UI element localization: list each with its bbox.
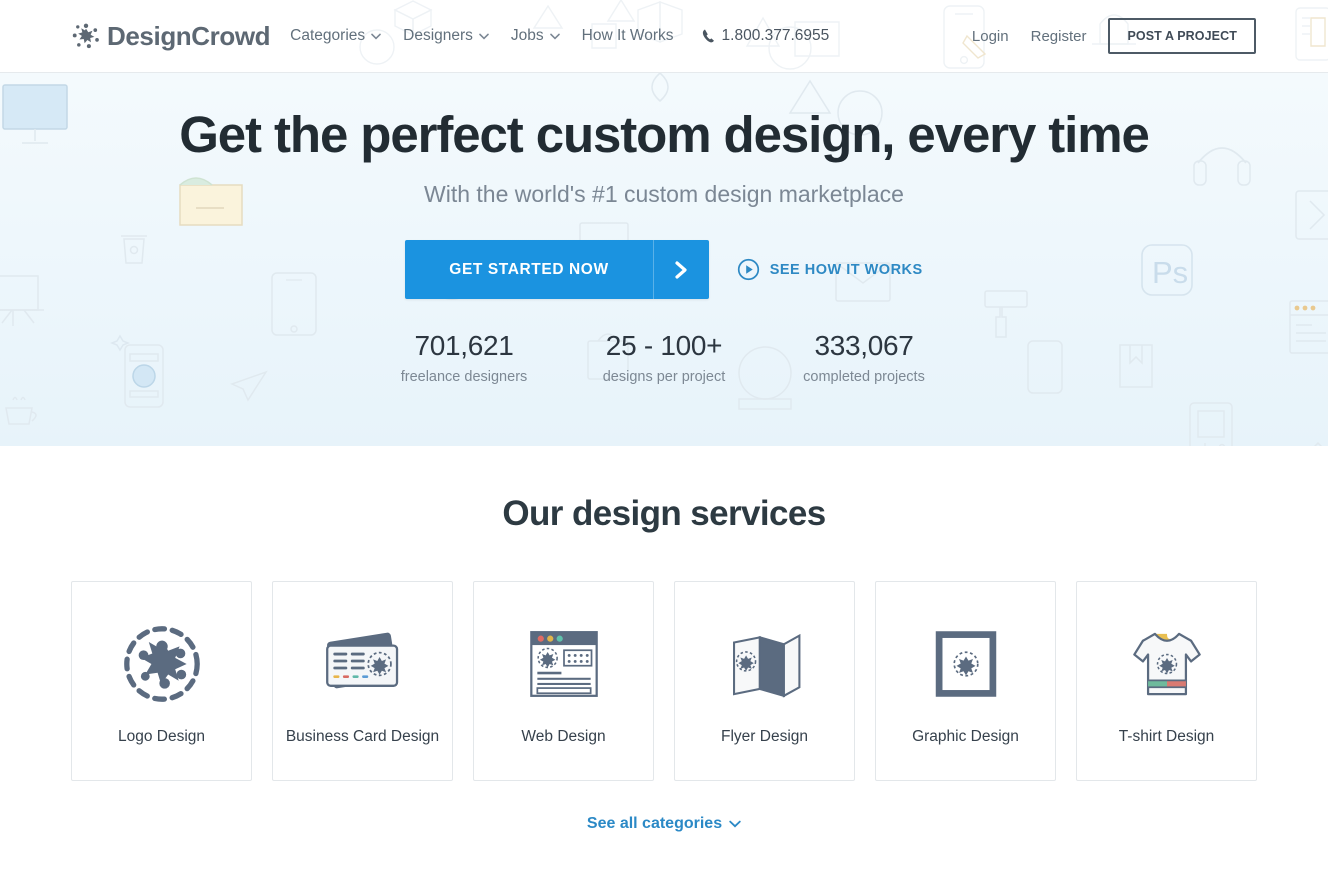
see-all-categories-container: See all categories bbox=[0, 815, 1328, 833]
chevron-down-icon bbox=[549, 33, 560, 40]
nav-item-label: Categories bbox=[290, 27, 366, 44]
stat-item: 701,621 freelance designers bbox=[364, 330, 564, 385]
phone-icon bbox=[702, 28, 714, 42]
see-all-categories-link[interactable]: See all categories bbox=[587, 815, 741, 833]
stat-item: 25 - 100+ designs per project bbox=[564, 330, 764, 385]
page-root: DesignCrowd Categories Designers Jobs Ho… bbox=[0, 0, 1328, 875]
stat-value: 25 - 100+ bbox=[605, 330, 723, 362]
service-card-business-card-design[interactable]: Business Card Design bbox=[272, 581, 453, 781]
logo-design-icon bbox=[107, 616, 217, 712]
register-link[interactable]: Register bbox=[1031, 28, 1087, 45]
web-design-icon bbox=[509, 616, 619, 712]
brand-logo[interactable]: DesignCrowd bbox=[72, 20, 271, 52]
stat-value: 701,621 bbox=[414, 330, 514, 362]
chevron-down-icon bbox=[729, 820, 741, 828]
service-card-label: Graphic Design bbox=[912, 728, 1019, 745]
brand-name: DesignCrowd bbox=[107, 20, 271, 51]
phone-number: 1.800.377.6955 bbox=[721, 27, 830, 44]
services-card-grid: Logo Design Business Card Design Web Des… bbox=[0, 581, 1328, 781]
chevron-down-icon bbox=[371, 33, 381, 40]
hero-subheadline: With the world's #1 custom design market… bbox=[424, 181, 904, 208]
chevron-right-icon bbox=[652, 240, 709, 300]
site-header: DesignCrowd Categories Designers Jobs Ho… bbox=[0, 0, 1328, 73]
login-link[interactable]: Login bbox=[972, 28, 1009, 45]
starburst-logo-icon bbox=[72, 23, 99, 49]
stat-label: designs per project bbox=[602, 369, 726, 386]
service-card-label: Business Card Design bbox=[285, 728, 440, 745]
get-started-label: GET STARTED NOW bbox=[449, 260, 609, 278]
service-card-flyer-design[interactable]: Flyer Design bbox=[674, 581, 855, 781]
nav-item-label: How It Works bbox=[581, 27, 674, 44]
main-nav: Categories Designers Jobs How It Works 1… bbox=[290, 27, 829, 45]
hero-headline: Get the perfect custom design, every tim… bbox=[179, 106, 1150, 163]
graphic-design-icon bbox=[911, 616, 1021, 712]
get-started-now-button[interactable]: GET STARTED NOW bbox=[405, 240, 709, 300]
header-inner: DesignCrowd Categories Designers Jobs Ho… bbox=[0, 18, 1328, 54]
service-card-label: Flyer Design bbox=[721, 728, 808, 745]
service-card-logo-design[interactable]: Logo Design bbox=[71, 581, 252, 781]
post-a-project-button[interactable]: POST A PROJECT bbox=[1108, 18, 1256, 54]
phone-link[interactable]: 1.800.377.6955 bbox=[702, 27, 830, 45]
see-all-categories-label: See all categories bbox=[586, 815, 723, 832]
header-actions: Login Register POST A PROJECT bbox=[972, 18, 1256, 54]
service-card-web-design[interactable]: Web Design bbox=[473, 581, 654, 781]
design-services-section: Our design services Logo Design Business… bbox=[0, 446, 1328, 833]
business-card-design-icon bbox=[308, 616, 418, 712]
hero-stats: 701,621 freelance designers 25 - 100+ de… bbox=[0, 330, 1328, 385]
stat-item: 333,067 completed projects bbox=[764, 330, 964, 385]
nav-item-jobs[interactable]: Jobs bbox=[511, 27, 560, 45]
chevron-down-icon bbox=[479, 33, 489, 40]
tshirt-design-icon bbox=[1112, 616, 1222, 712]
nav-item-designers[interactable]: Designers bbox=[403, 27, 489, 45]
service-card-graphic-design[interactable]: Graphic Design bbox=[875, 581, 1056, 781]
stat-label: freelance designers bbox=[400, 369, 528, 386]
see-how-it-works-link[interactable]: SEE HOW IT WORKS bbox=[737, 258, 923, 281]
hero-content: Get the perfect custom design, every tim… bbox=[0, 73, 1328, 385]
flyer-design-icon bbox=[710, 616, 820, 712]
stat-label: completed projects bbox=[803, 369, 925, 386]
hero-section: Ps Get the perfect custom design, every … bbox=[0, 73, 1328, 446]
services-heading: Our design services bbox=[502, 494, 826, 533]
nav-item-label: Jobs bbox=[510, 27, 544, 44]
service-card-label: Web Design bbox=[521, 728, 606, 745]
service-card-label: T-shirt Design bbox=[1118, 728, 1215, 745]
nav-item-categories[interactable]: Categories bbox=[290, 27, 381, 45]
nav-item-how-it-works[interactable]: How It Works bbox=[582, 27, 674, 45]
stat-value: 333,067 bbox=[814, 330, 914, 362]
see-how-it-works-label: SEE HOW IT WORKS bbox=[769, 261, 923, 278]
service-card-tshirt-design[interactable]: T-shirt Design bbox=[1076, 581, 1257, 781]
service-card-label: Logo Design bbox=[117, 728, 206, 745]
play-circle-icon bbox=[737, 258, 759, 281]
nav-item-label: Designers bbox=[403, 27, 473, 44]
hero-cta-row: GET STARTED NOW SEE HOW IT WORKS bbox=[0, 240, 1328, 300]
